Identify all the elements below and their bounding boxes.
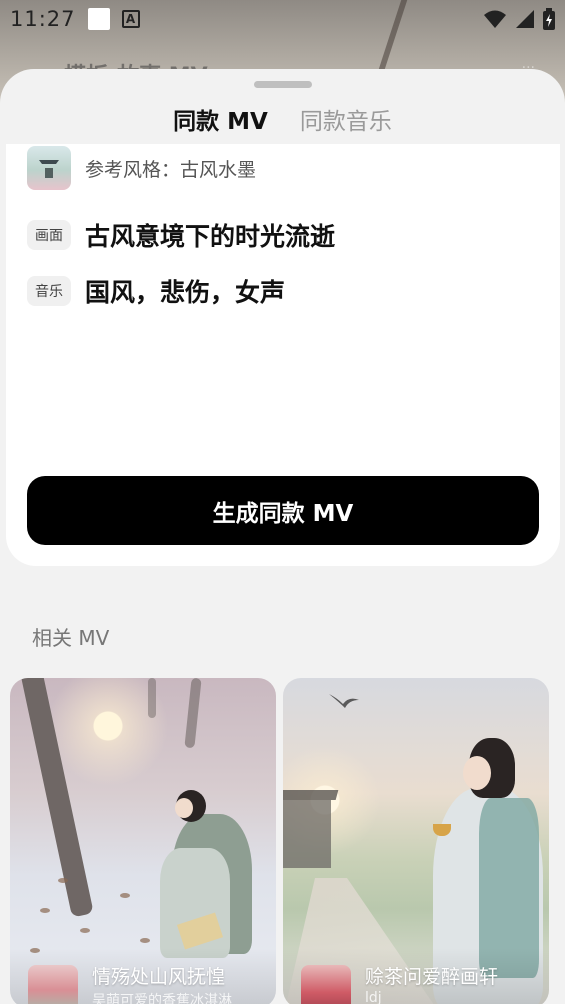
tree-trunk — [148, 678, 156, 718]
bird-icon — [329, 694, 359, 708]
leaf-decoration — [40, 908, 50, 913]
scene-tag: 画面 — [27, 220, 71, 250]
mv-creator: ldj — [365, 990, 382, 1004]
sheet-tabs: 同款 MV 同款音乐 — [0, 105, 565, 139]
generate-same-mv-button[interactable]: 生成同款 MV — [27, 476, 539, 545]
ink-landscape-pavilion-thumb — [27, 146, 71, 190]
music-text: 国风，悲伤，女声 — [85, 278, 286, 307]
mv-creator: 吴萌可爱的香蕉冰淇淋 — [92, 993, 232, 1004]
related-mv-card[interactable]: 赊茶问爱醉画轩 ldj — [283, 678, 549, 1004]
reference-style-text: 参考风格：古风水墨 — [85, 158, 257, 181]
tab-same-mv[interactable]: 同款 MV — [173, 105, 268, 139]
a-notification-icon: A — [121, 10, 140, 28]
scene-text: 古风意境下的时光流逝 — [85, 222, 336, 251]
music-row: 音乐 国风，悲伤，女声 — [27, 273, 285, 309]
tab-same-music[interactable]: 同款音乐 — [300, 105, 392, 139]
leaf-decoration — [80, 928, 90, 933]
signal-icon — [516, 10, 534, 28]
mv-title: 情殇处山风抚惶 — [92, 966, 226, 988]
reference-style-row: 参考风格：古风水墨 — [27, 146, 256, 190]
leaf-decoration — [120, 893, 130, 898]
tree-trunk — [184, 678, 202, 749]
woman-face — [463, 756, 491, 790]
related-mv-title: 相关 MV — [32, 626, 110, 650]
battery-icon — [543, 8, 555, 30]
wifi-icon — [484, 10, 506, 28]
mv-title: 赊茶问爱醉画轩 — [365, 966, 499, 988]
notification-square-icon — [87, 8, 110, 30]
creator-avatar — [28, 965, 78, 1004]
sheet-drag-handle[interactable] — [254, 81, 312, 88]
creator-avatar — [301, 965, 351, 1004]
scene-row: 画面 古风意境下的时光流逝 — [27, 217, 335, 253]
leaf-decoration — [58, 878, 68, 883]
tree-trunk — [20, 678, 94, 918]
status-time: 11:27 — [10, 7, 76, 31]
music-tag: 音乐 — [27, 276, 71, 306]
related-mv-card[interactable]: 情殇处山风抚惶 吴萌可爱的香蕉冰淇淋 — [10, 678, 276, 1004]
leaf-decoration — [140, 938, 150, 943]
status-bar: 11:27 A — [0, 0, 565, 38]
pavilion-building — [283, 798, 331, 868]
template-detail-card: 参考风格：古风水墨 画面 古风意境下的时光流逝 音乐 国风，悲伤，女声 生成同款… — [6, 144, 560, 566]
woman-face — [175, 798, 193, 818]
pavilion-icon — [39, 160, 59, 178]
